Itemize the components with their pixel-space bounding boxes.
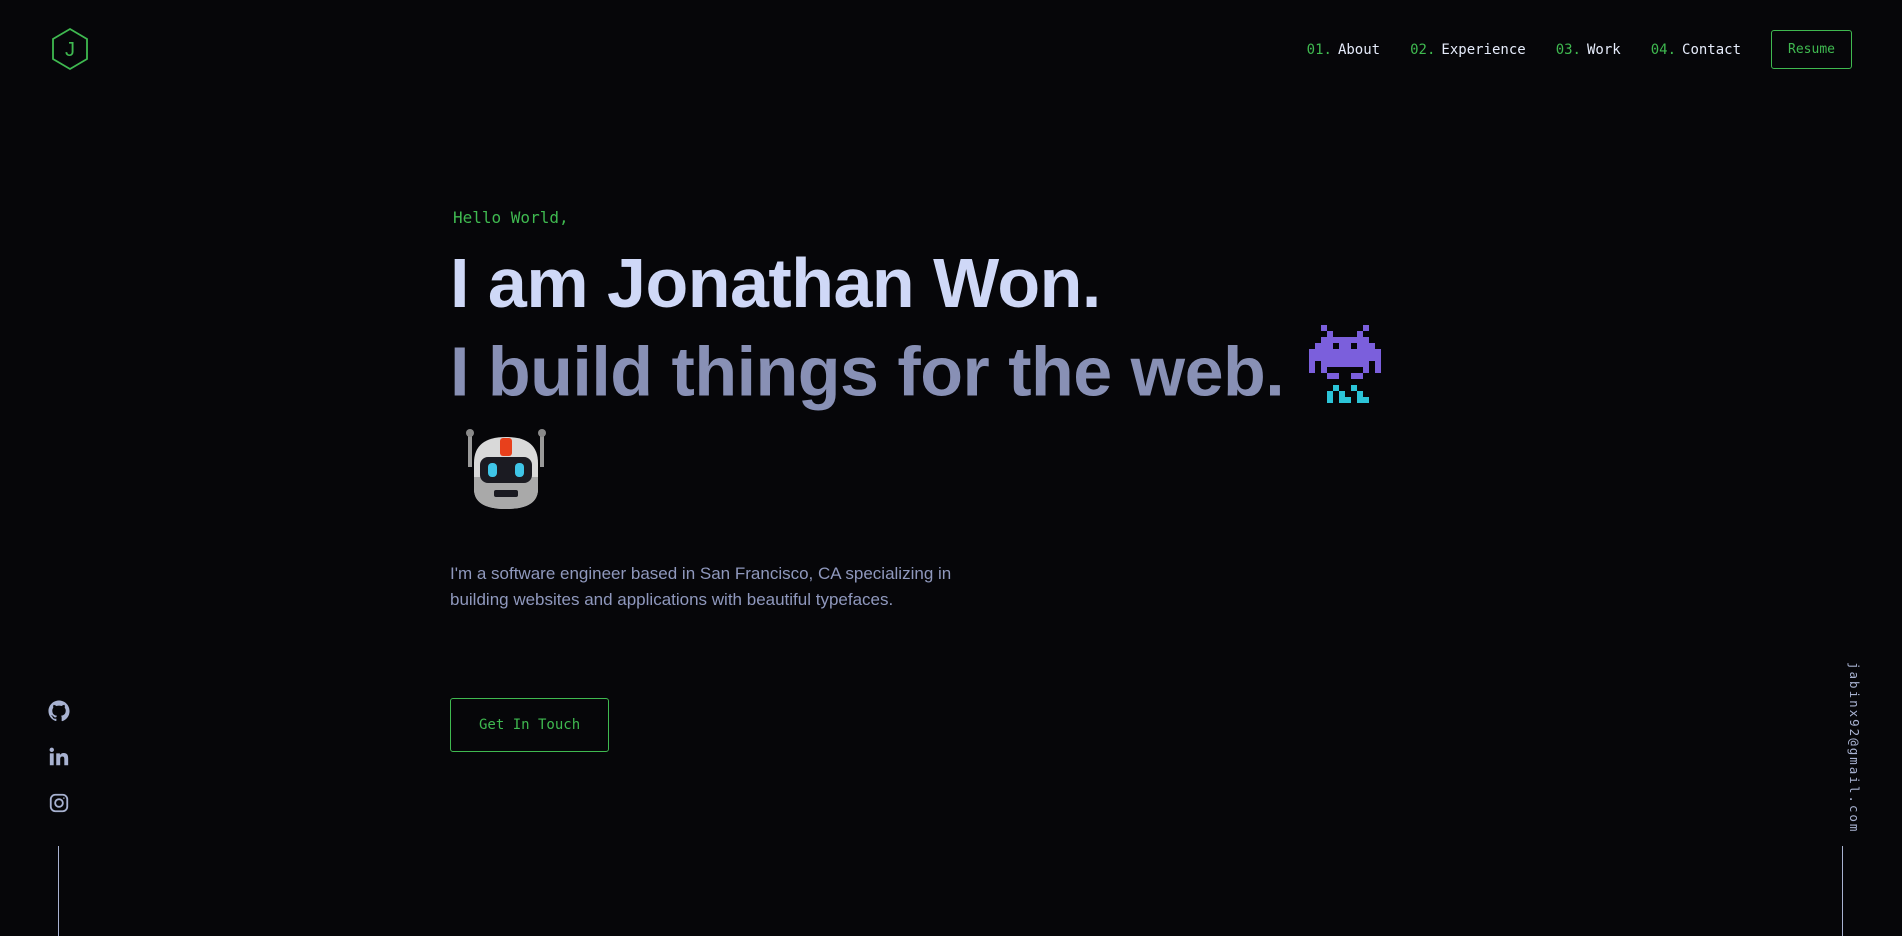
nav-number: 01. bbox=[1306, 41, 1332, 58]
resume-button[interactable]: Resume bbox=[1771, 30, 1852, 69]
nav-number: 02. bbox=[1410, 41, 1436, 58]
hero-bio: I'm a software engineer based in San Fra… bbox=[450, 564, 952, 609]
github-icon[interactable] bbox=[48, 700, 70, 722]
nav-item-work[interactable]: 03. Work bbox=[1556, 42, 1621, 58]
alien-monster-icon bbox=[1303, 325, 1387, 429]
get-in-touch-button[interactable]: Get In Touch bbox=[450, 698, 610, 752]
email-link[interactable]: jabinx92@gmail.com bbox=[1847, 662, 1862, 833]
hexagon-logo-icon: J bbox=[52, 27, 88, 71]
right-rail-line bbox=[1842, 846, 1843, 936]
hero-section: Hello World, I am Jonathan Won. I build … bbox=[450, 208, 1410, 752]
logo-letter: J bbox=[65, 39, 75, 61]
hero-tagline: I build things for the web. bbox=[450, 332, 1285, 411]
nav-label: About bbox=[1337, 41, 1381, 58]
hero-name: I am Jonathan Won. bbox=[450, 244, 1101, 322]
left-rail-line bbox=[58, 846, 59, 936]
instagram-icon[interactable] bbox=[48, 792, 70, 814]
nav-number: 04. bbox=[1650, 41, 1677, 58]
nav-item-experience[interactable]: 02. Experience bbox=[1410, 42, 1526, 58]
greeting: Hello World, bbox=[453, 208, 569, 227]
nav-item-about[interactable]: 01. About bbox=[1307, 42, 1380, 58]
hero-tagline-line: I build things for the web. bbox=[450, 325, 1410, 429]
robot-emoji-row bbox=[464, 427, 1410, 513]
nav-item-contact[interactable]: 04. Contact bbox=[1651, 42, 1741, 58]
nav-label: Work bbox=[1587, 41, 1621, 58]
nav-label: Contact bbox=[1682, 41, 1742, 58]
linkedin-icon[interactable] bbox=[48, 746, 70, 768]
main-nav: 01. About 02. Experience 03. Work 04. Contac… bbox=[1277, 30, 1852, 69]
robot-icon bbox=[464, 427, 548, 516]
nav-label: Experience bbox=[1441, 41, 1526, 58]
social-links bbox=[48, 700, 70, 838]
nav-number: 03. bbox=[1555, 41, 1581, 58]
logo[interactable]: J bbox=[50, 27, 90, 71]
